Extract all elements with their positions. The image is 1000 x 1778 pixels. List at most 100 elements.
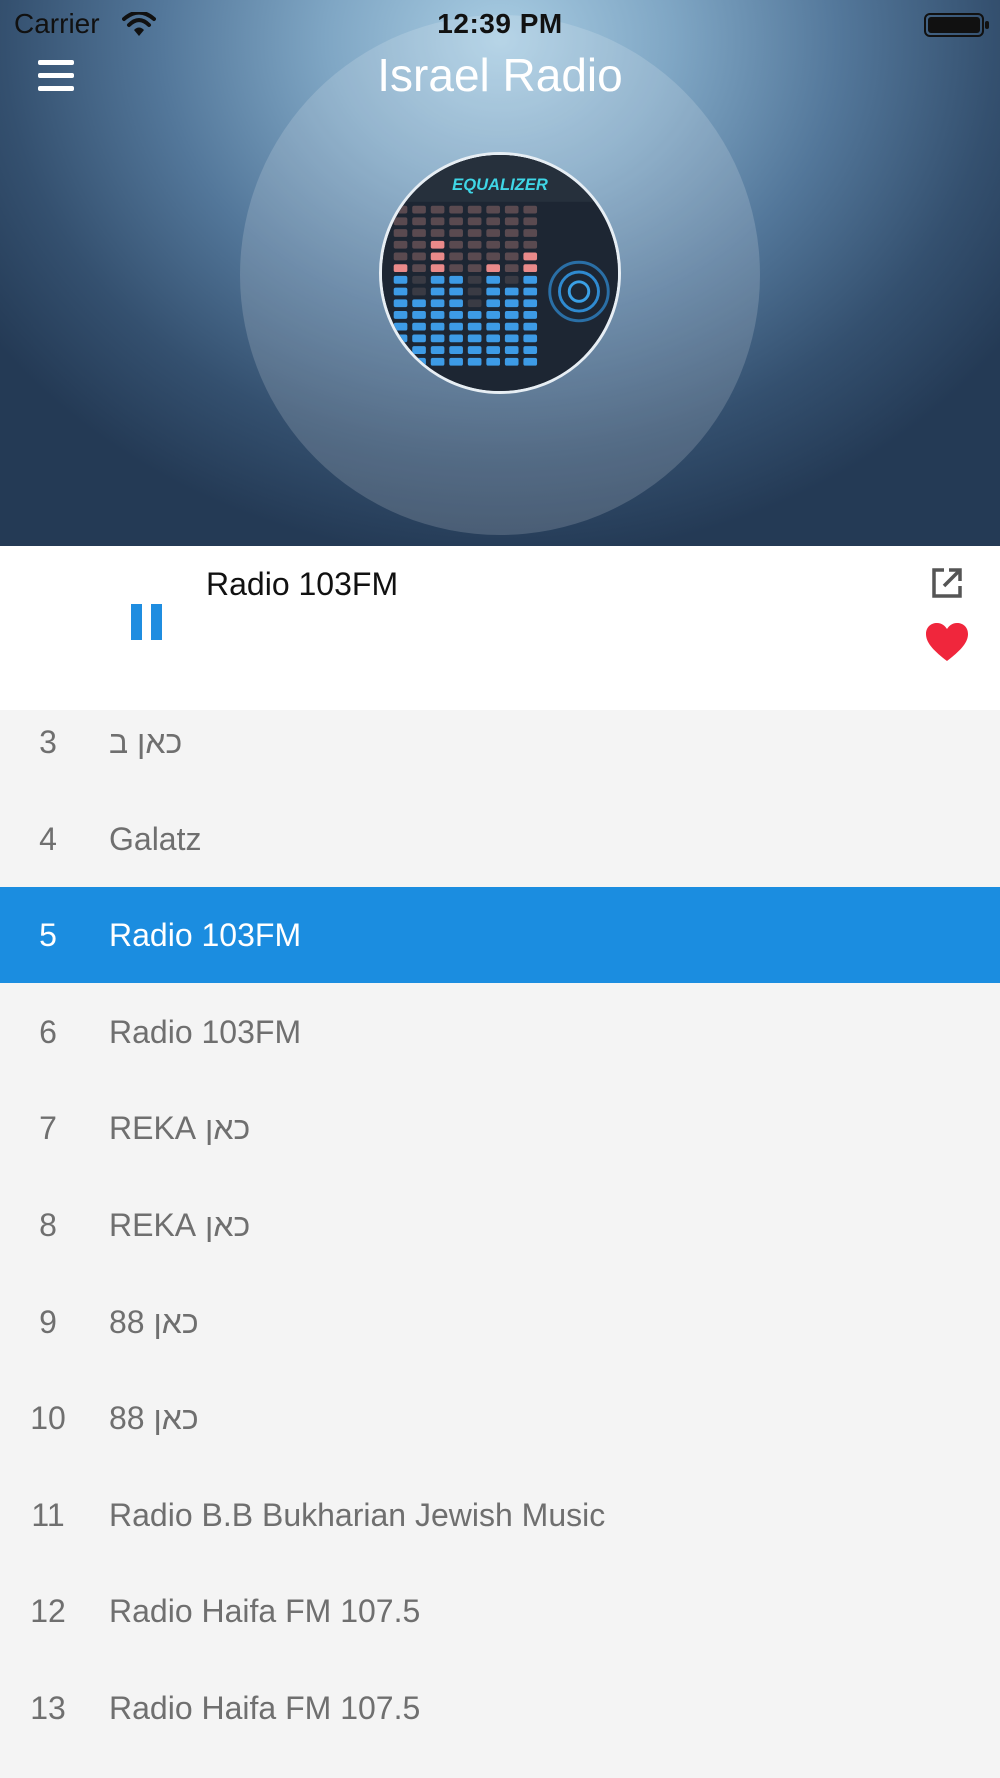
- eq-cell: [504, 264, 519, 273]
- share-icon[interactable]: [930, 566, 964, 600]
- station-row[interactable]: 6 Radio 103FM: [0, 984, 1000, 1080]
- eq-cell: [430, 311, 445, 319]
- eq-cell: [523, 322, 538, 331]
- eq-cell: [523, 240, 538, 249]
- station-name: Radio Haifa FM 107.5: [109, 1690, 421, 1726]
- eq-cell: [393, 240, 408, 249]
- station-row[interactable]: 11 Radio B.B Bukharian Jewish Music: [0, 1467, 1000, 1563]
- eq-cell: [412, 299, 426, 308]
- eq-cell: [430, 240, 445, 249]
- eq-cell: [430, 346, 445, 354]
- eq-cell: [412, 229, 426, 237]
- eq-cell: [430, 205, 445, 214]
- eq-cell: [504, 252, 519, 261]
- station-name: כאן ב: [109, 724, 183, 760]
- eq-cell: [504, 229, 519, 237]
- eq-cell: [504, 217, 519, 226]
- eq-cell: [523, 357, 538, 366]
- eq-cell: [486, 240, 500, 249]
- station-row[interactable]: 12 Radio Haifa FM 107.5: [0, 1563, 1000, 1659]
- eq-cell: [467, 217, 482, 226]
- station-name: Radio 103FM: [109, 917, 302, 954]
- eq-cell: [504, 322, 519, 331]
- eq-cell: [393, 252, 408, 261]
- eq-cell: [393, 229, 408, 237]
- eq-cell: [523, 205, 538, 214]
- eq-cell: [486, 299, 500, 308]
- eq-cell: [486, 346, 500, 354]
- eq-cell: [449, 311, 463, 319]
- eq-cell: [523, 287, 538, 296]
- eq-cell: [393, 217, 408, 226]
- eq-cell: [486, 229, 500, 237]
- station-name: כאן 88: [109, 1400, 199, 1437]
- station-row[interactable]: 8 כאן REKA: [0, 1177, 1000, 1273]
- station-number: 9: [39, 1303, 57, 1340]
- page-title: Israel Radio: [377, 49, 623, 101]
- eq-cell: [467, 240, 482, 249]
- now-playing-title: Radio 103FM: [206, 566, 399, 602]
- station-number: 8: [39, 1207, 57, 1243]
- eq-cell: [486, 205, 500, 214]
- station-number: 4: [39, 820, 57, 857]
- station-number: 12: [30, 1593, 66, 1630]
- pause-button[interactable]: [128, 604, 164, 644]
- eq-cell: [412, 311, 426, 319]
- eq-cell: [412, 264, 426, 273]
- eq-cell: [412, 275, 426, 284]
- eq-cell: [467, 264, 482, 273]
- station-row[interactable]: 5 Radio 103FM: [0, 887, 1000, 984]
- favorite-heart-icon[interactable]: [924, 621, 970, 663]
- eq-cell: [467, 299, 482, 308]
- eq-cell: [412, 252, 426, 261]
- station-name: Radio B.B Bukharian Jewish Music: [109, 1496, 606, 1533]
- eq-cell: [449, 217, 463, 226]
- eq-cell: [449, 252, 463, 261]
- eq-cell: [430, 217, 445, 226]
- eq-cell: [412, 217, 426, 226]
- station-number: 5: [39, 917, 57, 954]
- eq-cell: [523, 311, 538, 319]
- eq-cell: [430, 264, 445, 273]
- eq-cell: [504, 287, 519, 296]
- eq-cell: [449, 322, 463, 331]
- eq-cell: [467, 205, 482, 214]
- eq-cell: [467, 311, 482, 319]
- station-row[interactable]: 13 Radio Haifa FM 107.5: [0, 1660, 1000, 1756]
- eq-cell: [430, 287, 445, 296]
- eq-cell: [449, 346, 463, 354]
- station-row[interactable]: 3 כאן ב: [0, 710, 1000, 790]
- eq-cell: [449, 357, 463, 366]
- eq-cell: [504, 275, 519, 284]
- eq-cell: [430, 275, 445, 284]
- eq-cell: [449, 299, 463, 308]
- eq-cell: [486, 287, 500, 296]
- eq-cell: [412, 205, 426, 214]
- station-row[interactable]: 10 כאן 88: [0, 1370, 1000, 1466]
- station-row[interactable]: 7 כאן REKA: [0, 1080, 1000, 1176]
- eq-cell: [393, 322, 408, 331]
- eq-cell: [486, 252, 500, 261]
- eq-cell: [504, 240, 519, 249]
- eq-cell: [412, 240, 426, 249]
- eq-cell: [523, 252, 538, 261]
- eq-cell: [504, 299, 519, 308]
- eq-cell: [393, 311, 408, 319]
- station-number: 6: [39, 1013, 57, 1050]
- eq-cell: [486, 217, 500, 226]
- battery-icon: [924, 13, 989, 37]
- eq-cell: [486, 264, 500, 273]
- eq-cell: [393, 287, 408, 296]
- eq-cell: [523, 229, 538, 237]
- eq-cell: [504, 311, 519, 319]
- eq-cell: [504, 357, 519, 366]
- eq-cell: [504, 334, 519, 343]
- player-header: Carrier 12:39 PM Israel Radio EQUALIZER: [0, 0, 1000, 546]
- station-name: כאן REKA: [109, 1110, 251, 1147]
- station-row[interactable]: 4 Galatz: [0, 791, 1000, 887]
- eq-cell: [486, 322, 500, 331]
- station-list: 3 כאן ב 4 Galatz 5 Radio 103FM 6 Radio 103FM 7 כא…: [0, 710, 1000, 1778]
- eq-cell: [523, 217, 538, 226]
- eq-cell: [430, 229, 445, 237]
- station-row[interactable]: 9 כאן 88: [0, 1274, 1000, 1370]
